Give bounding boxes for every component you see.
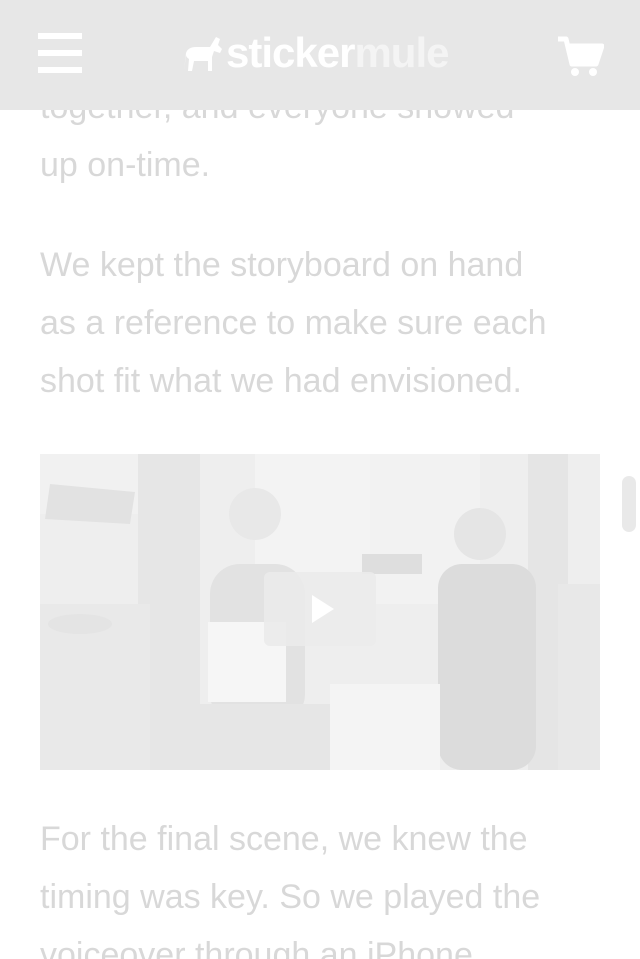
scrollbar-thumb[interactable] xyxy=(622,476,636,532)
mule-logo-icon xyxy=(184,37,222,71)
site-header: sticker mule xyxy=(0,0,640,110)
paragraph-final-scene: For the final scene, we knew the timing … xyxy=(40,810,540,959)
paragraph-line: shot fit what we had envisioned. xyxy=(40,362,522,400)
hamburger-menu-icon[interactable] xyxy=(38,33,82,73)
shopping-cart-icon[interactable] xyxy=(556,36,604,78)
paragraph-line: We kept the storyboard on hand xyxy=(40,246,524,284)
logo-text-mule: mule xyxy=(354,29,449,76)
play-icon xyxy=(312,595,334,623)
page: together, and everyone showed up on-time… xyxy=(0,0,640,959)
paragraph-line: up on-time. xyxy=(40,146,211,184)
logo-text-sticker: sticker xyxy=(226,29,355,76)
paragraph-line: timing was key. So we played the xyxy=(40,878,541,916)
video-play-button[interactable] xyxy=(264,572,376,646)
paragraph-line: For the final scene, we knew the xyxy=(40,820,528,858)
paragraph-storyboard: We kept the storyboard on hand as a refe… xyxy=(40,236,547,410)
site-logo[interactable]: sticker mule xyxy=(180,28,449,78)
paragraph-line: voiceover through an iPhone xyxy=(40,936,473,959)
paragraph-line: as a reference to make sure each xyxy=(40,304,547,342)
